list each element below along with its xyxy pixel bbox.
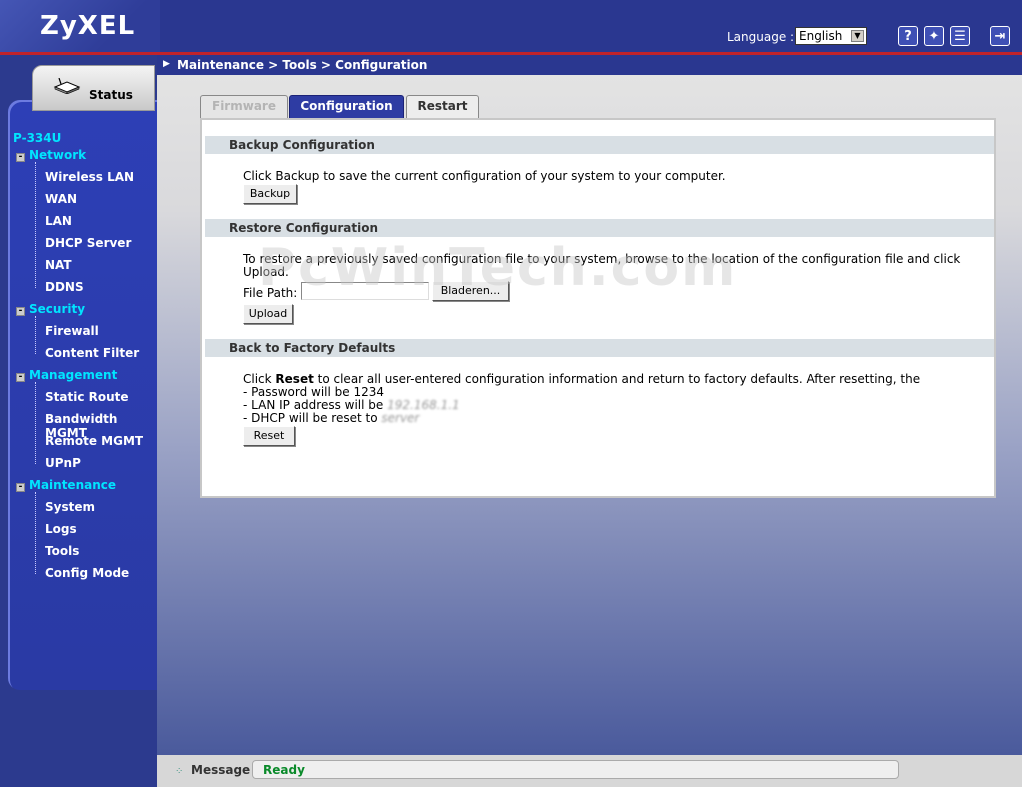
tree-line — [35, 162, 36, 288]
help-icon[interactable]: ? — [898, 26, 918, 46]
backup-description: Click Backup to save the current configu… — [243, 169, 726, 183]
upload-button[interactable]: Upload — [243, 304, 293, 324]
language-select[interactable]: English ▼ — [795, 27, 867, 45]
backup-button[interactable]: Backup — [243, 184, 297, 204]
router-icon — [53, 78, 81, 94]
collapse-icon: - — [16, 153, 25, 162]
tree-line — [35, 492, 36, 574]
factory-text-reset: Reset — [275, 372, 314, 386]
device-name: P-334U — [13, 131, 62, 145]
sidebar-item-content-filter[interactable]: Content Filter — [45, 346, 139, 360]
message-label: Message — [191, 763, 251, 777]
collapse-icon: - — [16, 307, 25, 316]
tree-line — [35, 316, 36, 354]
tab-configuration[interactable]: Configuration — [289, 95, 404, 118]
sidebar-item-lan[interactable]: LAN — [45, 214, 72, 228]
nav-group-label: Security — [29, 302, 86, 316]
chevron-down-icon: ▼ — [851, 30, 864, 42]
nav-group-maintenance[interactable]: - Maintenance — [16, 478, 116, 492]
breadcrumb: Maintenance > Tools > Configuration — [177, 58, 428, 72]
status-label: Status — [89, 88, 133, 102]
obscured-dhcp: server — [381, 411, 420, 425]
message-icon: ⁘ — [175, 766, 184, 777]
tab-firmware[interactable]: Firmware — [200, 95, 288, 118]
sidebar-item-tools[interactable]: Tools — [45, 544, 79, 558]
backup-section-title: Backup Configuration — [205, 136, 994, 154]
sidebar-item-nat[interactable]: NAT — [45, 258, 72, 272]
content-panel: Backup Configuration Click Backup to sav… — [200, 118, 996, 498]
nav-group-network[interactable]: - Network — [16, 148, 86, 162]
reset-button[interactable]: Reset — [243, 426, 295, 446]
factory-dhcp-line: - DHCP will be reset to server — [243, 412, 419, 425]
nav-group-label: Management — [29, 368, 118, 382]
left-navigation: Status P-334U - Network Wireless LAN WAN … — [0, 55, 157, 787]
sidebar-item-system[interactable]: System — [45, 500, 95, 514]
sidebar-item-remote-mgmt[interactable]: Remote MGMT — [45, 434, 143, 448]
sidebar-item-config-mode[interactable]: Config Mode — [45, 566, 129, 580]
language-value: English — [799, 29, 843, 43]
collapse-icon: - — [16, 373, 25, 382]
sidebar-item-upnp[interactable]: UPnP — [45, 456, 81, 470]
message-value: Ready — [263, 763, 305, 777]
collapse-icon: - — [16, 483, 25, 492]
logout-icon[interactable]: ⇥ — [990, 26, 1010, 46]
language-label: Language : — [727, 30, 795, 44]
nav-group-label: Maintenance — [29, 478, 117, 492]
watermark: PcWinTech.com — [258, 238, 738, 298]
sidebar-item-wan[interactable]: WAN — [45, 192, 77, 206]
sidebar-item-static-route[interactable]: Static Route — [45, 390, 129, 404]
factory-section-title: Back to Factory Defaults — [205, 339, 994, 357]
nav-group-label: Network — [29, 148, 87, 162]
tab-restart[interactable]: Restart — [406, 95, 479, 118]
restore-section-title: Restore Configuration — [205, 219, 994, 237]
breadcrumb-bar: ▶ Maintenance > Tools > Configuration — [157, 55, 1022, 75]
factory-text-prefix: Click — [243, 372, 276, 386]
header-bar: ZyXEL Language : English ▼ ? ✦ ☰ ⇥ — [0, 0, 1022, 55]
sidebar-item-firewall[interactable]: Firewall — [45, 324, 99, 338]
message-field: Ready — [252, 760, 899, 779]
status-bar: ⁘ Message Ready — [157, 755, 1022, 787]
tree-line — [35, 382, 36, 464]
logo-panel: ZyXEL — [0, 0, 160, 52]
wizard-icon[interactable]: ✦ — [924, 26, 944, 46]
factory-lan-ip-text: - LAN IP address will be — [243, 398, 384, 412]
status-tab[interactable]: Status — [32, 65, 155, 111]
sidebar-item-logs[interactable]: Logs — [45, 522, 77, 536]
sidebar-item-ddns[interactable]: DDNS — [45, 280, 84, 294]
arrow-icon: ▶ — [163, 59, 170, 69]
factory-text-suffix: to clear all user-entered configuration … — [313, 372, 921, 386]
zyxel-logo: ZyXEL — [40, 11, 136, 41]
nav-group-management[interactable]: - Management — [16, 368, 117, 382]
nav-group-security[interactable]: - Security — [16, 302, 85, 316]
sidebar-item-dhcp-server[interactable]: DHCP Server — [45, 236, 131, 250]
notes-icon[interactable]: ☰ — [950, 26, 970, 46]
sidebar-item-wireless-lan[interactable]: Wireless LAN — [45, 170, 134, 184]
factory-dhcp-text: - DHCP will be reset to — [243, 411, 378, 425]
